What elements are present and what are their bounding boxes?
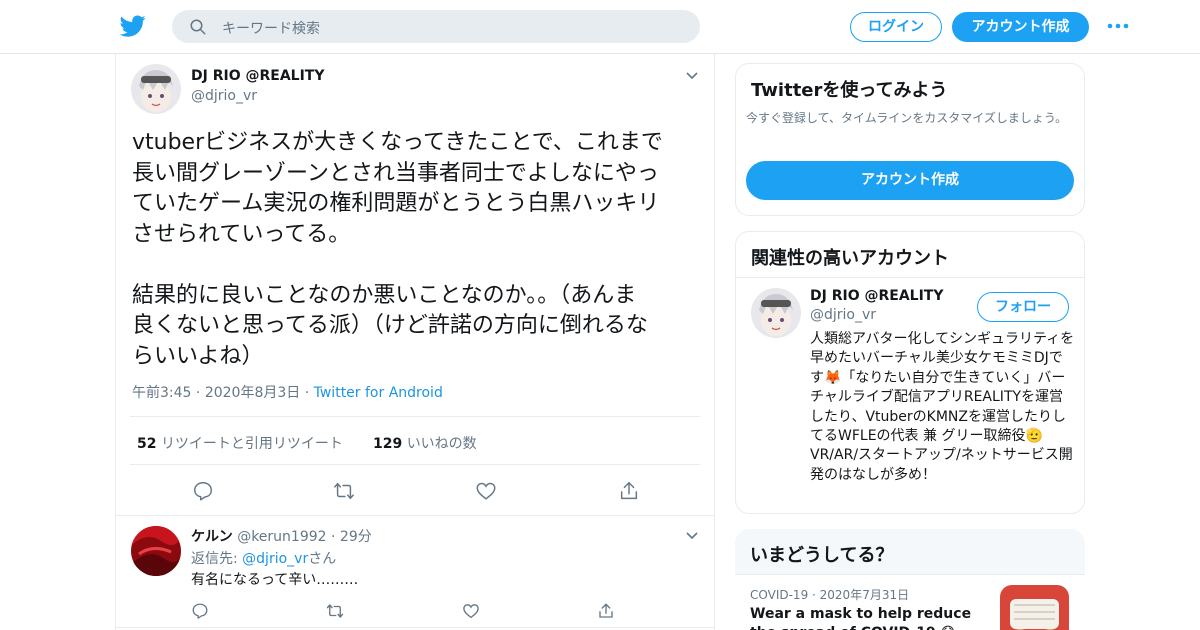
reply-tweet[interactable]: ケルン @kerun1992 · 29分 返信先: @djrio_vrさん 有名… <box>116 516 714 628</box>
retweets-stat[interactable]: 52 リツイートと引用リツイート <box>137 433 343 453</box>
twitter-bird-icon[interactable] <box>120 13 146 39</box>
author-handle[interactable]: @djrio_vr <box>191 88 257 104</box>
signup-card-subtitle: 今すぐ登録して、タイムラインをカスタマイズしましょう。 <box>746 111 1068 125</box>
signup-button[interactable]: アカウント作成 <box>952 12 1089 42</box>
avatar[interactable] <box>131 64 181 114</box>
reply-time[interactable]: 29分 <box>340 529 372 545</box>
author-name[interactable]: DJ RIO @REALITY <box>191 68 324 84</box>
trend-thumbnail[interactable] <box>1000 585 1069 630</box>
follow-button[interactable]: フォロー <box>977 292 1069 322</box>
reply-header: ケルン @kerun1992 · 29分 <box>191 529 372 545</box>
trend-date: 2020年7月31日 <box>819 588 910 602</box>
login-button[interactable]: ログイン <box>850 12 942 42</box>
trend-headline[interactable]: Wear a mask to help reduce the spread of… <box>750 605 980 630</box>
tweet-timestamp: 午前3:45 · 2020年8月3日 · Twitter for Android <box>132 385 443 401</box>
retweets-label: リツイートと引用リツイート <box>160 436 343 452</box>
focused-tweet: DJ RIO @REALITY @djrio_vr vtuberビジネスが大きく… <box>116 54 714 516</box>
top-nav-bar: キーワード検索 ログイン アカウント作成 <box>0 0 1200 54</box>
likes-stat[interactable]: 129 いいねの数 <box>373 433 477 453</box>
avatar[interactable] <box>131 526 181 576</box>
search-input[interactable]: キーワード検索 <box>222 18 320 38</box>
tweet-text: vtuberビジネスが大きくなってきたことで、これまで 長い間グレーゾーンとされ… <box>132 130 663 369</box>
tweet-actions <box>116 480 714 504</box>
reply-to-line: 返信先: @djrio_vrさん <box>191 548 336 568</box>
trend-category: COVID-19 <box>750 588 809 602</box>
reply-to-suffix: さん <box>308 551 337 567</box>
search-bar[interactable]: キーワード検索 <box>172 10 700 43</box>
reply-author-name[interactable]: ケルン <box>191 529 233 545</box>
related-account-handle[interactable]: @djrio_vr <box>810 307 876 323</box>
like-heart-icon[interactable] <box>475 480 497 502</box>
reply-icon[interactable] <box>192 480 214 502</box>
tweet-date[interactable]: 2020年8月3日 <box>205 385 300 401</box>
tweet-source-link[interactable]: Twitter for Android <box>314 385 443 401</box>
trend-meta: COVID-19 · 2020年7月31日 <box>750 588 910 602</box>
chevron-down-icon[interactable] <box>684 68 700 84</box>
whats-happening-card: いまどうしてる？ COVID-19 · 2020年7月31日 Wear a ma… <box>735 529 1085 630</box>
share-icon[interactable] <box>597 602 615 620</box>
reply-to-prefix: 返信先: <box>191 551 243 567</box>
likes-label: いいねの数 <box>406 436 477 452</box>
chevron-down-icon[interactable] <box>684 528 700 544</box>
related-account-bio: 人類総アバター化してシンギュラリティを早めたいバーチャル美少女ケモミミDJです🦊… <box>810 331 1075 483</box>
related-accounts-title: 関連性の高いアカウント <box>751 248 949 269</box>
search-icon <box>190 19 206 35</box>
related-accounts-card: 関連性の高いアカウント DJ RIO @REALITY @djrio_vr フォ… <box>735 231 1085 514</box>
reply-author-handle[interactable]: @kerun1992 <box>237 529 326 545</box>
reply-actions <box>116 602 714 622</box>
retweet-icon[interactable] <box>326 602 344 620</box>
trend-item[interactable]: COVID-19 · 2020年7月31日 Wear a mask to hel… <box>735 574 1085 630</box>
reply-icon[interactable] <box>191 602 209 620</box>
avatar[interactable] <box>751 288 801 338</box>
signup-card-button[interactable]: アカウント作成 <box>746 161 1074 200</box>
signup-card: Twitterを使ってみよう 今すぐ登録して、タイムラインをカスタマイズしましょ… <box>735 63 1085 216</box>
tweet-time[interactable]: 午前3:45 <box>132 385 191 401</box>
divider <box>736 277 1084 278</box>
main-timeline-column: DJ RIO @REALITY @djrio_vr vtuberビジネスが大きく… <box>115 54 715 630</box>
whats-happening-title: いまどうしてる？ <box>750 545 894 566</box>
like-heart-icon[interactable] <box>462 602 480 620</box>
likes-count: 129 <box>373 436 403 452</box>
more-options-icon[interactable] <box>1106 16 1130 36</box>
related-account-name[interactable]: DJ RIO @REALITY <box>810 288 943 304</box>
signup-card-title: Twitterを使ってみよう <box>751 80 948 101</box>
reply-to-handle-link[interactable]: @djrio_vr <box>242 551 308 567</box>
tweet-stats: 52 リツイートと引用リツイート 129 いいねの数 <box>130 416 700 465</box>
retweets-count: 52 <box>137 436 157 452</box>
retweet-icon[interactable] <box>333 480 355 502</box>
reply-text: 有名になるって辛い……… <box>191 572 359 588</box>
share-icon[interactable] <box>618 480 640 502</box>
